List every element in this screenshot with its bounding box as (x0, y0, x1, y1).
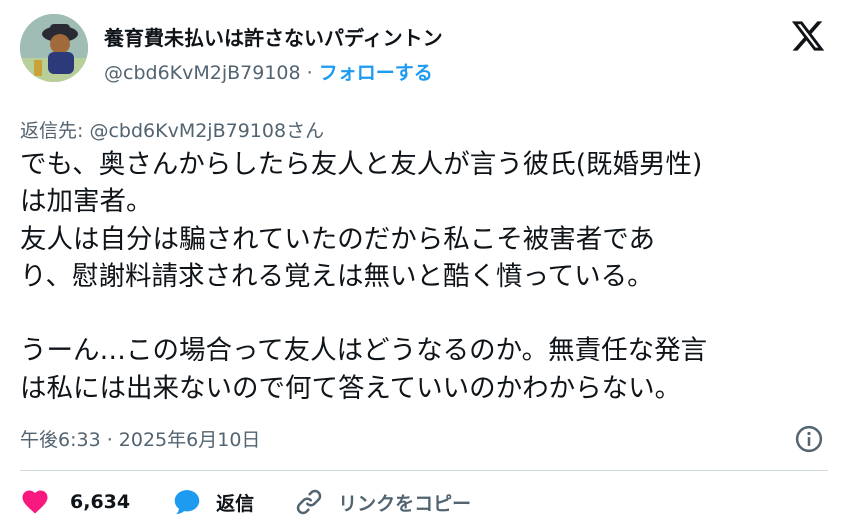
post-timestamp[interactable]: 午後6:33 · 2025年6月10日 (20, 425, 260, 452)
copy-link-button[interactable]: リンクをコピー (294, 487, 471, 517)
link-icon (296, 489, 322, 515)
avatar[interactable] (20, 14, 88, 82)
reply-label: 返信 (216, 492, 255, 515)
action-bar: 6,634 返信 リンクをコピー (20, 482, 471, 522)
divider (20, 470, 828, 471)
info-icon[interactable] (794, 424, 824, 454)
author-handle[interactable]: @cbd6KvM2jB79108 (104, 62, 301, 84)
reply-button[interactable]: 返信 (172, 487, 254, 517)
avatar-image (20, 14, 88, 82)
like-count: 6,634 (70, 491, 131, 513)
author-handle-row: @cbd6KvM2jB79108 · フォローする (104, 58, 433, 85)
like-button[interactable]: 6,634 (20, 487, 130, 517)
x-logo-icon[interactable] (790, 18, 826, 54)
reply-to-line: 返信先: @cbd6KvM2jB79108さん (20, 116, 324, 143)
handle-separator: · (306, 62, 313, 84)
reply-to-handle[interactable]: @cbd6KvM2jB79108 (89, 120, 286, 142)
follow-button[interactable]: フォローする (319, 62, 433, 84)
author-name[interactable]: 養育費未払いは許さないパディントン (104, 22, 443, 51)
reply-to-suffix: さん (286, 120, 325, 142)
reply-to-prefix: 返信先: (20, 120, 90, 142)
heart-icon (22, 490, 48, 514)
copy-link-label: リンクをコピー (338, 492, 472, 515)
reply-bubble-icon (174, 490, 200, 515)
post-text: でも、奥さんからしたら友人と友人が言う彼氏(既婚男性) は加害者。 友人は自分は… (20, 149, 708, 404)
